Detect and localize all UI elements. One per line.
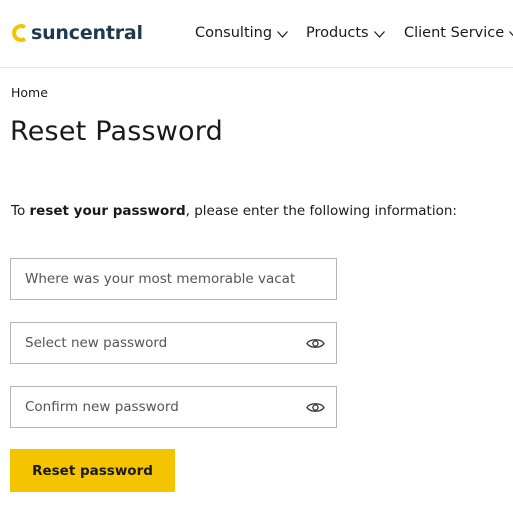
page-title: Reset Password — [10, 116, 223, 147]
security-question-input[interactable] — [11, 259, 336, 299]
intro-prefix: To — [11, 203, 30, 219]
chevron-down-icon — [373, 31, 385, 38]
sun-logo-icon — [12, 24, 27, 42]
chevron-down-icon — [277, 31, 289, 38]
brand-name: suncentral — [31, 22, 143, 44]
eye-icon[interactable] — [306, 337, 325, 350]
nav-products[interactable]: Products — [306, 22, 385, 44]
nav-client-service-label: Client Service — [404, 25, 505, 41]
confirm-password-input[interactable] — [11, 387, 336, 427]
nav-consulting-label: Consulting — [195, 25, 273, 41]
chevron-down-icon — [509, 31, 513, 37]
new-password-input[interactable] — [11, 323, 336, 363]
eye-icon[interactable] — [306, 401, 325, 414]
site-header: suncentral Consulting Products Client Se… — [0, 0, 513, 68]
intro-suffix: , please enter the following information… — [185, 203, 457, 219]
breadcrumb: Home — [11, 85, 48, 100]
nav-client-service[interactable]: Client Service — [404, 22, 513, 44]
breadcrumb-home-link[interactable]: Home — [11, 85, 48, 100]
reset-password-button[interactable]: Reset password — [10, 449, 175, 492]
security-question-field — [10, 258, 337, 300]
nav-consulting[interactable]: Consulting — [195, 22, 289, 44]
intro-bold: reset your password — [29, 203, 186, 219]
nav-products-label: Products — [306, 25, 369, 41]
confirm-password-field — [10, 386, 337, 428]
intro-text: To reset your password, please enter the… — [11, 203, 457, 219]
suncentral-logo[interactable]: suncentral — [12, 21, 143, 45]
new-password-field — [10, 322, 337, 364]
